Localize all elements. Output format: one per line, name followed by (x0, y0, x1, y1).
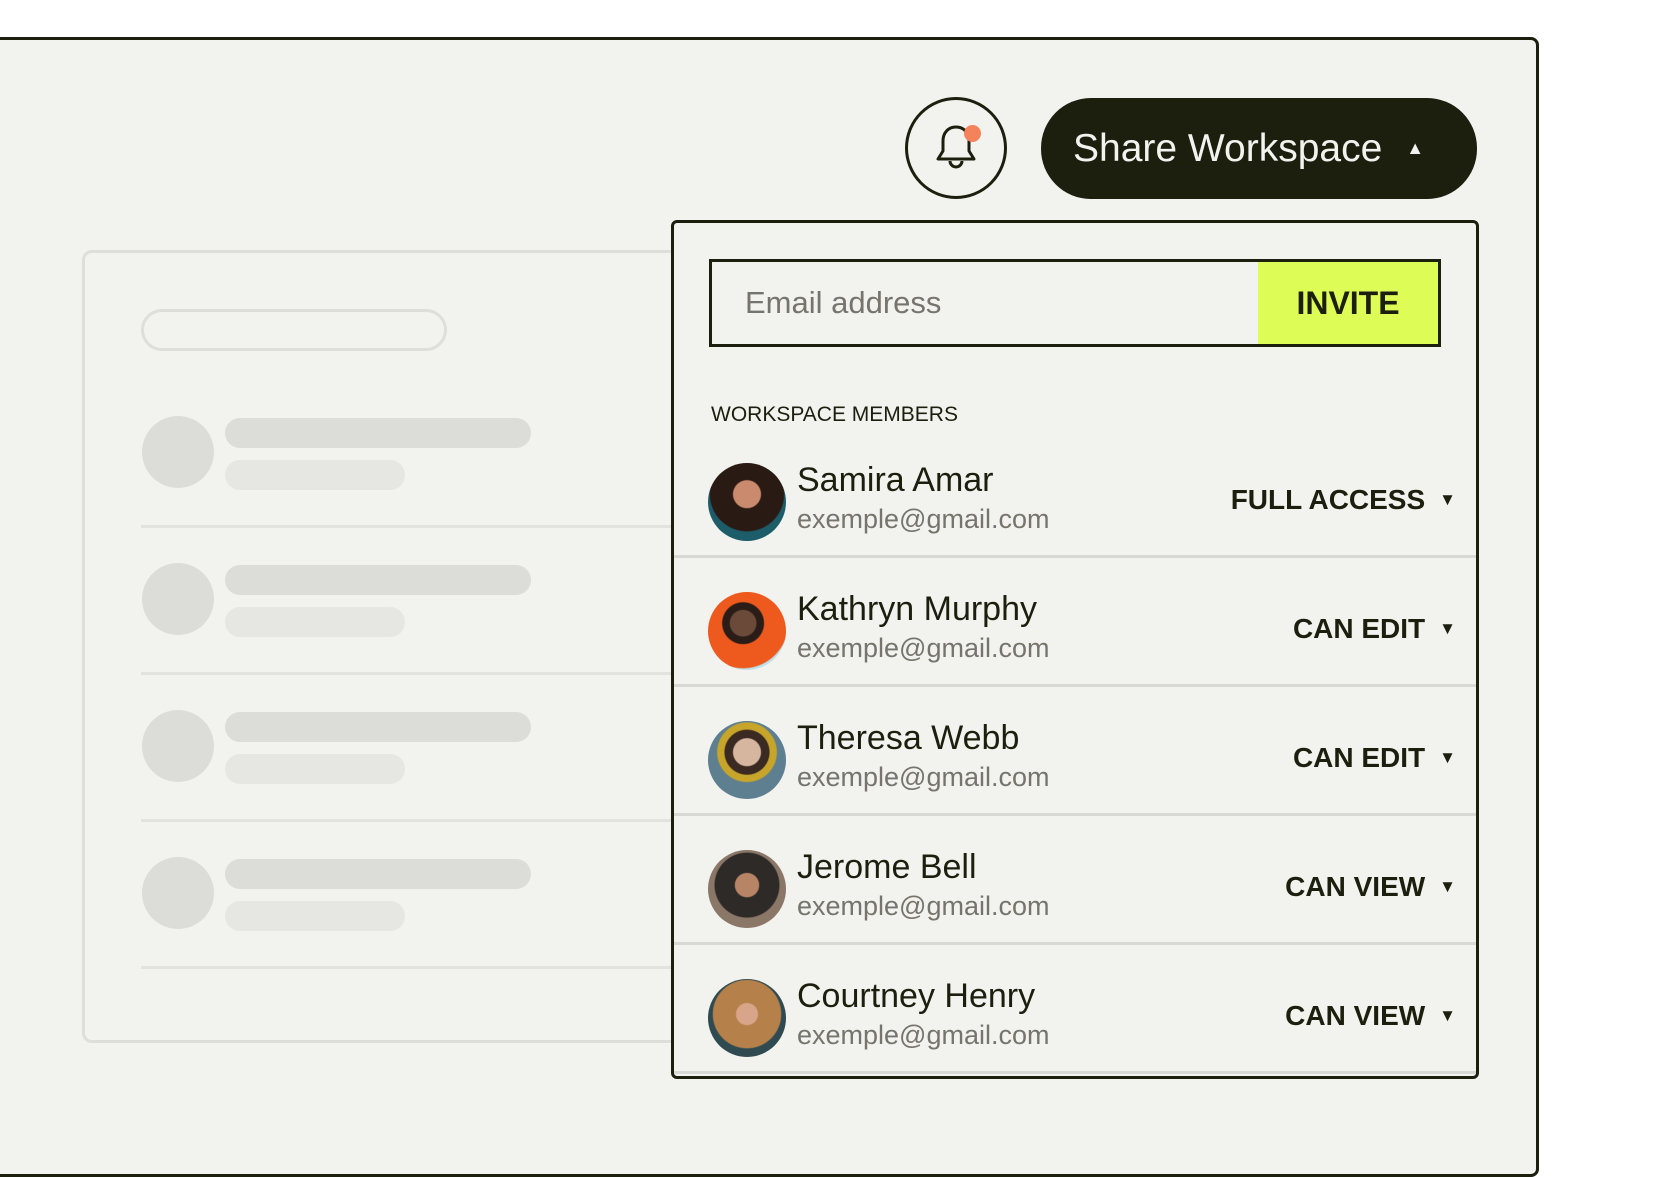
role-label: CAN VIEW (1285, 871, 1426, 902)
member-email: exemple@gmail.com (797, 633, 1050, 663)
role-label: CAN EDIT (1292, 742, 1426, 773)
member-email: exemple@gmail.com (797, 1020, 1050, 1050)
skeleton-line-short (225, 460, 405, 490)
share-dropdown-panel: INVITE WORKSPACE MEMBERS Samira Amar exe… (671, 220, 1479, 1079)
role-dropdown[interactable]: CAN VIEW ▼ (1285, 871, 1456, 903)
skeleton-divider (141, 966, 681, 969)
share-label: Share Workspace (1073, 126, 1383, 170)
skeleton-line-short (225, 901, 405, 931)
avatar (708, 850, 786, 928)
skeleton-divider (141, 525, 681, 528)
role-label: CAN VIEW (1285, 1000, 1426, 1031)
skeleton-avatar (142, 563, 214, 635)
member-name: Jerome Bell (797, 848, 977, 886)
caret-down-icon: ▼ (1439, 619, 1456, 638)
skeleton-avatar (142, 416, 214, 488)
member-row: Jerome Bell exemple@gmail.com CAN VIEW ▼ (674, 816, 1476, 945)
member-row: Courtney Henry exemple@gmail.com CAN VIE… (674, 945, 1476, 1074)
role-dropdown[interactable]: CAN EDIT ▼ (1293, 613, 1456, 645)
member-row: Theresa Webb exemple@gmail.com CAN EDIT ▼ (674, 687, 1476, 816)
caret-down-icon: ▼ (1439, 748, 1456, 767)
member-name: Samira Amar (797, 461, 994, 499)
skeleton-line-short (225, 607, 405, 637)
member-row: Kathryn Murphy exemple@gmail.com CAN EDI… (674, 558, 1476, 687)
member-email: exemple@gmail.com (797, 891, 1050, 921)
caret-down-icon: ▼ (1439, 490, 1456, 509)
caret-down-icon: ▼ (1439, 877, 1456, 896)
notification-dot (964, 125, 981, 142)
member-name: Courtney Henry (797, 977, 1036, 1015)
members-label: WORKSPACE MEMBERS (711, 403, 958, 426)
avatar (708, 979, 786, 1057)
skeleton-divider (141, 819, 681, 822)
skeleton-line (225, 859, 531, 889)
skeleton-avatar (142, 710, 214, 782)
skeleton-line (225, 565, 531, 595)
role-label: CAN EDIT (1292, 613, 1426, 644)
role-dropdown[interactable]: CAN VIEW ▼ (1285, 1000, 1456, 1032)
email-input[interactable] (712, 262, 1258, 344)
skeleton-avatar (142, 857, 214, 929)
skeleton-line (225, 712, 531, 742)
skeleton-search-pill (141, 309, 447, 351)
invite-button[interactable]: INVITE (1258, 262, 1438, 344)
share-workspace-button[interactable]: Share Workspace ▲ (1041, 98, 1477, 199)
role-dropdown[interactable]: CAN EDIT ▼ (1293, 742, 1456, 774)
member-name: Kathryn Murphy (797, 590, 1037, 628)
skeleton-line (225, 418, 531, 448)
member-row: Samira Amar exemple@gmail.com FULL ACCES… (674, 429, 1476, 558)
avatar (708, 721, 786, 799)
skeleton-line-short (225, 754, 405, 784)
avatar (708, 463, 786, 541)
role-label: FULL ACCESS (1230, 484, 1426, 515)
caret-up-icon: ▲ (1406, 138, 1425, 158)
avatar (708, 592, 786, 670)
invite-form: INVITE (709, 259, 1441, 347)
notifications-button[interactable] (905, 97, 1007, 199)
member-email: exemple@gmail.com (797, 504, 1050, 534)
caret-down-icon: ▼ (1439, 1006, 1456, 1025)
skeleton-divider (141, 672, 681, 675)
member-email: exemple@gmail.com (797, 762, 1050, 792)
member-name: Theresa Webb (797, 719, 1020, 757)
role-dropdown[interactable]: FULL ACCESS ▼ (1231, 484, 1456, 516)
